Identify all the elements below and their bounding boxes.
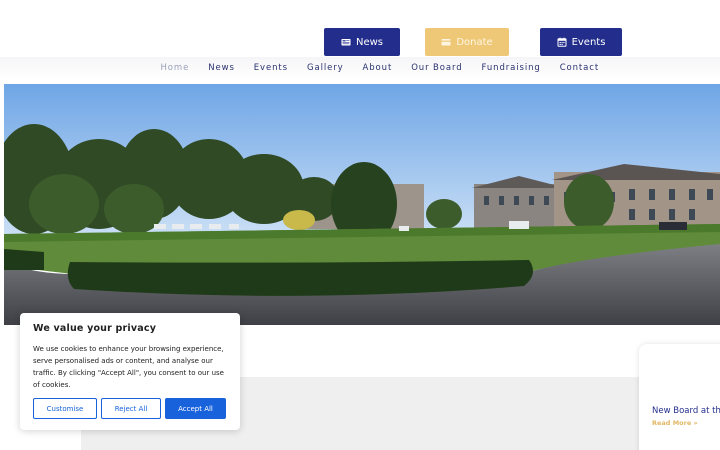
news-button[interactable]: News	[324, 28, 400, 56]
news-card-title[interactable]: New Board at the	[652, 406, 720, 416]
nav-item-news[interactable]: News	[199, 63, 245, 73]
nav-item-fundraising[interactable]: Fundraising	[472, 63, 550, 73]
events-button[interactable]: Events	[540, 28, 622, 56]
nav-item-our-board[interactable]: Our Board	[402, 63, 472, 73]
nav-item-contact[interactable]: Contact	[550, 63, 608, 73]
customise-button[interactable]: Customise	[33, 398, 97, 419]
main-nav: Home News Events Gallery About Our Board…	[0, 57, 720, 79]
donate-button-label: Donate	[456, 36, 493, 48]
page: News Donate Events Home News Events Gall…	[0, 0, 720, 450]
nav-item-home[interactable]: Home	[151, 63, 199, 73]
nav-item-events[interactable]: Events	[244, 63, 297, 73]
reject-all-button[interactable]: Reject All	[101, 398, 161, 419]
news-card[interactable]: New Board at the Read More »	[639, 344, 720, 450]
cookie-banner: We value your privacy We use cookies to …	[20, 313, 240, 430]
cookie-banner-title: We value your privacy	[33, 323, 157, 334]
news-button-label: News	[355, 36, 384, 48]
cookie-banner-text: We use cookies to enhance your browsing …	[33, 345, 224, 389]
credit-card-icon	[441, 39, 451, 46]
events-button-label: Events	[571, 36, 606, 48]
nav-item-about[interactable]: About	[353, 63, 402, 73]
cookie-banner-actions: Customise Reject All Accept All	[33, 398, 226, 419]
calendar-icon	[557, 37, 567, 47]
hero-image	[4, 84, 720, 325]
read-more-link[interactable]: Read More »	[652, 419, 698, 427]
newspaper-icon	[341, 39, 351, 46]
accept-all-button[interactable]: Accept All	[165, 398, 226, 419]
donate-button[interactable]: Donate	[425, 28, 509, 56]
nav-item-gallery[interactable]: Gallery	[297, 63, 353, 73]
